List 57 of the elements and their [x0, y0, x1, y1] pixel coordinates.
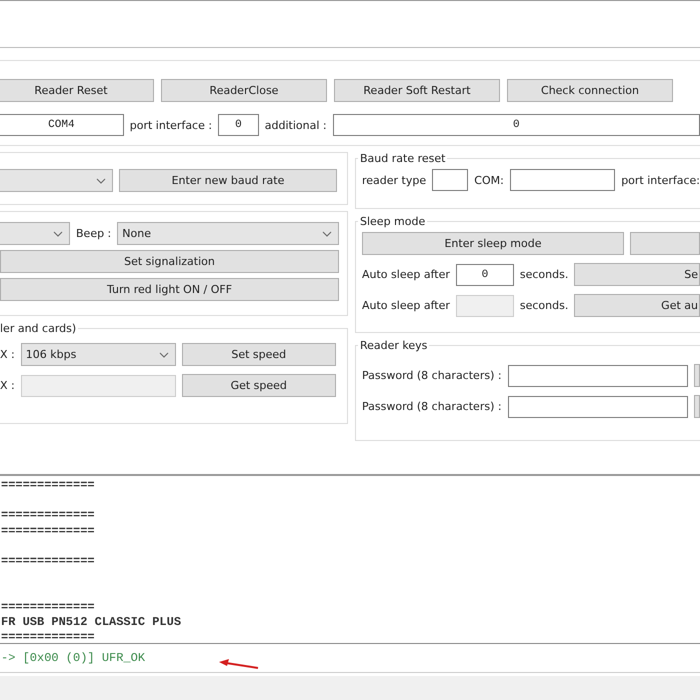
- password-label: Password (8 characters) :: [362, 369, 502, 382]
- port-interface-field[interactable]: 0: [218, 114, 259, 136]
- arrow-annotation: [218, 658, 260, 670]
- toolbar-button[interactable]: Reader Soft Restart: [334, 79, 500, 102]
- chevron-down-icon: [158, 352, 169, 358]
- auto-sleep-label: Auto sleep after: [362, 268, 450, 281]
- additional-label: additional :: [264, 118, 327, 132]
- password-label: Password (8 characters) :: [362, 400, 502, 413]
- beep-dropdown[interactable]: None: [117, 222, 340, 245]
- speed-label: X :: [0, 379, 15, 392]
- speed-button[interactable]: Get speed: [182, 374, 336, 397]
- toolbar-button[interactable]: Reader Reset: [0, 79, 154, 102]
- signalization-button[interactable]: Turn red light ON / OFF: [0, 278, 339, 301]
- log-line: =============: [1, 524, 95, 538]
- baud-rate-dropdown[interactable]: [0, 169, 113, 192]
- log-line: FR USB PN512 CLASSIC PLUS: [1, 614, 182, 629]
- com-label: COM:: [474, 174, 504, 186]
- com-field[interactable]: [510, 169, 616, 191]
- password-field[interactable]: [508, 364, 688, 386]
- reader-keys-title: Reader keys: [359, 339, 428, 352]
- chevron-down-icon: [53, 230, 63, 236]
- key-button[interactable]: [694, 395, 700, 418]
- port-interface-label: port interface:: [621, 174, 700, 186]
- reader-type-field[interactable]: [432, 169, 468, 191]
- seconds-label: seconds.: [520, 268, 568, 281]
- chevron-down-icon: [322, 230, 332, 236]
- log-line: =============: [1, 478, 95, 492]
- light-dropdown[interactable]: [0, 222, 70, 245]
- port-interface-label: port interface :: [130, 118, 212, 132]
- enter-sleep-mode-button[interactable]: Enter sleep mode: [362, 232, 624, 255]
- password-field[interactable]: [508, 396, 688, 418]
- speed-button[interactable]: Set speed: [182, 343, 336, 366]
- status-text: -> [0x00 (0)] UFR_OK: [1, 651, 146, 665]
- log-line: =============: [1, 630, 95, 644]
- key-button[interactable]: [694, 364, 700, 387]
- chevron-down-icon: [96, 178, 106, 184]
- auto-sleep-label: Auto sleep after: [362, 299, 450, 312]
- additional-field[interactable]: 0: [332, 114, 700, 136]
- baud-rate-reset-title: Baud rate reset: [359, 152, 446, 165]
- enter-baud-rate-button[interactable]: Enter new baud rate: [119, 169, 337, 192]
- seconds-field[interactable]: 0: [456, 264, 514, 286]
- log-line: =============: [1, 600, 95, 614]
- log-line: =============: [1, 554, 95, 568]
- sleep-mode-title: Sleep mode: [359, 215, 426, 228]
- com-port-field[interactable]: COM4: [0, 114, 124, 136]
- speed-panel-title: ler and cards): [0, 322, 78, 335]
- log-line: =============: [1, 508, 95, 522]
- toolbar-button[interactable]: Check connection: [507, 79, 673, 102]
- signalization-button[interactable]: Set signalization: [0, 250, 339, 273]
- speed-dropdown[interactable]: 106 kbps: [20, 343, 176, 366]
- sleep-mode-button[interactable]: [630, 232, 700, 255]
- seconds-label: seconds.: [520, 299, 568, 312]
- speed-label: X :: [0, 348, 15, 361]
- reader-type-label: reader type: [362, 174, 426, 186]
- auto-sleep-button[interactable]: Se: [574, 263, 700, 286]
- toolbar-button[interactable]: ReaderClose: [161, 79, 327, 102]
- beep-label: Beep :: [76, 227, 112, 240]
